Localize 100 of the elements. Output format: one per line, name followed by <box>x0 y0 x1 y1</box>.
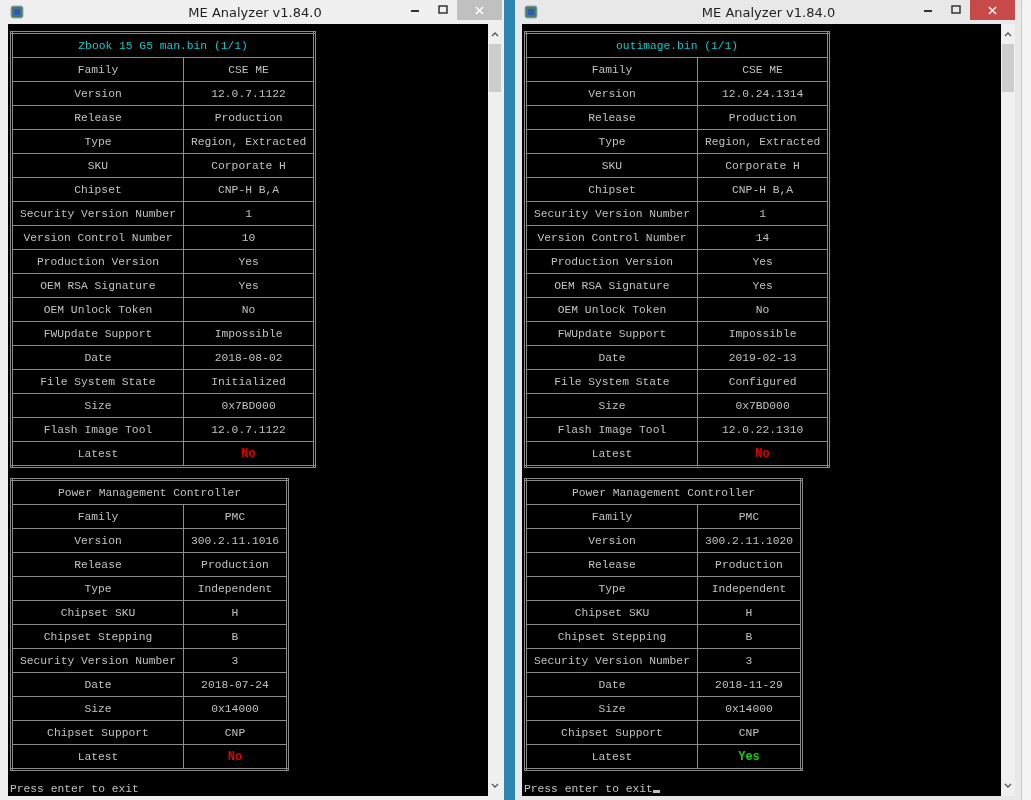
table-cell: 0x7BD000 <box>697 393 829 418</box>
table-cell: Date <box>525 345 698 370</box>
table-cell: Type <box>525 576 698 601</box>
table-cell: No <box>697 297 829 322</box>
table-cell: No <box>183 297 315 322</box>
table-cell: Flash Image Tool <box>11 417 184 442</box>
scroll-thumb[interactable] <box>489 44 501 92</box>
scrollbar[interactable] <box>1001 24 1015 796</box>
table-cell: 2018-07-24 <box>183 672 288 697</box>
table-cell: 1 <box>183 201 315 226</box>
table-cell: B <box>697 624 802 649</box>
table-cell: Security Version Number <box>11 201 184 226</box>
table-cell: H <box>697 600 802 625</box>
table-cell: Latest <box>525 441 698 467</box>
table-cell: Version Control Number <box>525 225 698 250</box>
table-cell: Version Control Number <box>11 225 184 250</box>
table-cell: Version <box>525 81 698 106</box>
table-cell: Production <box>183 105 315 130</box>
table-cell: CNP <box>183 720 288 745</box>
table-cell: 2018-08-02 <box>183 345 315 370</box>
table-cell: 12.0.7.1122 <box>183 81 315 106</box>
table-cell: H <box>183 600 288 625</box>
table-cell: Impossible <box>183 321 315 346</box>
table-cell: OEM RSA Signature <box>525 273 698 298</box>
table-cell: Yes <box>697 273 829 298</box>
table-cell: 12.0.22.1310 <box>697 417 829 442</box>
table-cell: SKU <box>525 153 698 178</box>
table-cell: B <box>183 624 288 649</box>
table-cell: Production <box>183 552 288 577</box>
table-cell: PMC <box>697 504 802 529</box>
table-cell: Family <box>525 57 698 82</box>
table-cell: Chipset Support <box>11 720 184 745</box>
prompt-text: Press enter to exit <box>524 783 653 795</box>
table-cell: Chipset SKU <box>525 600 698 625</box>
table-cell: Impossible <box>697 321 829 346</box>
table-cell: OEM Unlock Token <box>11 297 184 322</box>
table-cell: Type <box>525 129 698 154</box>
table-cell: File System State <box>525 369 698 394</box>
table-cell: Configured <box>697 369 829 394</box>
table-title: Power Management Controller <box>525 479 802 505</box>
table-title: Power Management Controller <box>11 479 288 505</box>
table-cell: CSE ME <box>697 57 829 82</box>
table-cell: 12.0.24.1314 <box>697 81 829 106</box>
table-cell: Family <box>11 504 184 529</box>
table-cell: Yes <box>183 273 315 298</box>
table-cell: Independent <box>697 576 802 601</box>
close-icon <box>988 5 997 15</box>
table-cell: Version <box>11 81 184 106</box>
table-cell: Latest <box>525 744 698 770</box>
scroll-thumb[interactable] <box>1002 44 1014 92</box>
table-cell: Size <box>11 696 184 721</box>
table-cell: CSE ME <box>183 57 315 82</box>
table-cell: 1 <box>697 201 829 226</box>
table-cell: Date <box>11 345 184 370</box>
table-cell: Size <box>11 393 184 418</box>
table-cell: Size <box>525 696 698 721</box>
table-cell: Initialized <box>183 369 315 394</box>
app-icon <box>10 5 24 19</box>
close-button[interactable] <box>970 0 1015 20</box>
table-cell: Type <box>11 576 184 601</box>
scroll-up-icon[interactable] <box>1003 30 1013 38</box>
table-cell: Security Version Number <box>525 648 698 673</box>
table-cell: 3 <box>183 648 288 673</box>
table-cell: No <box>697 441 829 467</box>
table-cell: PMC <box>183 504 288 529</box>
window-title: ME Analyzer v1.84.0 <box>701 4 836 20</box>
table-cell: 2019-02-13 <box>697 345 829 370</box>
table-cell: Region, Extracted <box>697 129 829 154</box>
table-cell: Region, Extracted <box>183 129 315 154</box>
table-cell: Security Version Number <box>525 201 698 226</box>
scroll-up-icon[interactable] <box>490 30 500 38</box>
table-cell: Chipset <box>525 177 698 202</box>
table-cell: Release <box>525 105 698 130</box>
table-cell: Independent <box>183 576 288 601</box>
table-cell: Date <box>525 672 698 697</box>
close-icon <box>475 5 484 15</box>
table-cell: SKU <box>11 153 184 178</box>
table-cell: 0x7BD000 <box>183 393 315 418</box>
table-cell: Production <box>697 105 829 130</box>
prompt-text: Press enter to exit <box>10 783 139 795</box>
table-cell: Chipset Support <box>525 720 698 745</box>
table-title: outimage.bin (1/1) <box>525 32 829 58</box>
table-cell: Type <box>11 129 184 154</box>
table-cell: Latest <box>11 744 184 770</box>
scroll-down-icon[interactable] <box>1003 782 1013 790</box>
table-cell: Latest <box>11 441 184 467</box>
table-cell: CNP-H B,A <box>183 177 315 202</box>
table-cell: Release <box>11 105 184 130</box>
table-cell: Size <box>525 393 698 418</box>
table-cell: Chipset Stepping <box>525 624 698 649</box>
table-cell: 12.0.7.1122 <box>183 417 315 442</box>
table-cell: FWUpdate Support <box>11 321 184 346</box>
table-cell: Version <box>525 528 698 553</box>
table-cell: Security Version Number <box>11 648 184 673</box>
table-cell: Production Version <box>525 249 698 274</box>
scroll-down-icon[interactable] <box>490 782 500 790</box>
table-cell: Family <box>11 57 184 82</box>
table-cell: Yes <box>697 249 829 274</box>
table-cell: Production <box>697 552 802 577</box>
table-cell: Yes <box>697 744 802 770</box>
